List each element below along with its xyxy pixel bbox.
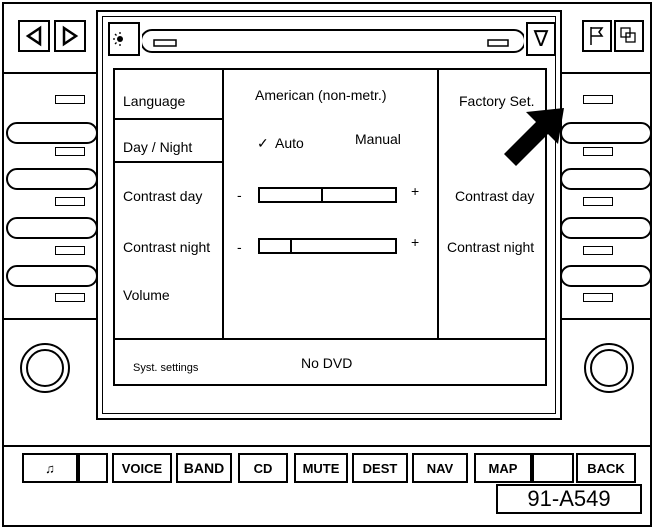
next-button[interactable] [54, 20, 86, 52]
right-slot-2[interactable] [583, 147, 613, 156]
contrast-night-slider[interactable] [258, 238, 397, 254]
system-settings-label: Syst. settings [133, 362, 199, 374]
right-knob-inner [590, 349, 628, 387]
left-knob-inner [26, 349, 64, 387]
day-night-label[interactable]: Day / Night [123, 140, 192, 154]
right-slot-5[interactable] [583, 293, 613, 302]
left-softkey-2[interactable] [6, 168, 98, 190]
right-softkey-3[interactable] [560, 217, 652, 239]
right-rule-bottom [562, 318, 650, 320]
flag-icon [590, 27, 604, 45]
volume-label[interactable]: Volume [123, 288, 170, 302]
dropdown-button[interactable]: ∇ [526, 22, 556, 56]
bottom-row-divider [4, 445, 650, 447]
map-button[interactable]: MAP [474, 453, 532, 483]
contrast-day-slider[interactable] [258, 187, 397, 203]
day-night-underline [115, 161, 224, 163]
band-label: BAND [183, 460, 225, 476]
right-slot-1[interactable] [583, 95, 613, 104]
right-knob[interactable] [584, 343, 634, 393]
blank-button[interactable] [78, 453, 108, 483]
music-icon: ♫ [45, 460, 55, 476]
no-dvd-status: No DVD [301, 355, 353, 371]
voice-label: VOICE [121, 460, 163, 476]
contrast-night-plus[interactable]: + [411, 235, 419, 249]
right-softkey-2[interactable] [560, 168, 652, 190]
contrast-day-minus[interactable]: - [237, 188, 242, 202]
nav-label: NAV [426, 460, 454, 476]
contrast-night-thumb[interactable] [290, 238, 292, 254]
map-label: MAP [488, 460, 518, 476]
left-slot-4[interactable] [55, 246, 85, 255]
voice-button[interactable]: VOICE [112, 453, 172, 483]
language-value: American (non-metr.) [255, 87, 387, 103]
left-rule-top [4, 72, 97, 74]
auto-option[interactable]: Auto [275, 136, 304, 150]
cd-label: CD [253, 460, 273, 476]
figure-id: 91-A549 [527, 486, 611, 511]
rotate-icon [620, 27, 636, 43]
language-label[interactable]: Language [123, 94, 185, 108]
right-slot-4[interactable] [583, 246, 613, 255]
flag-button[interactable] [582, 20, 612, 52]
contrast-day-plus[interactable]: + [411, 184, 419, 198]
auto-check-icon: ✓ [257, 135, 269, 151]
day-night-button[interactable] [108, 22, 140, 56]
rotate-button[interactable] [614, 20, 644, 52]
left-rule-bottom [4, 318, 97, 320]
right-softkey-1[interactable] [560, 122, 652, 144]
left-arrow-icon [25, 25, 42, 47]
dest-button[interactable]: DEST [352, 453, 408, 483]
figure-id-box: 91-A549 [496, 484, 642, 514]
mute-label: MUTE [302, 460, 340, 476]
back-label: BACK [587, 460, 625, 476]
left-softkey-4[interactable] [6, 265, 98, 287]
left-slot-1[interactable] [55, 95, 85, 104]
right-slot-3[interactable] [583, 197, 613, 206]
right-arrow-icon [62, 25, 79, 47]
right-softkey-4[interactable] [560, 265, 652, 287]
left-softkey-1[interactable] [6, 122, 98, 144]
right-rule-top [562, 72, 650, 74]
band-button[interactable]: BAND [176, 453, 232, 483]
mute-button[interactable]: MUTE [294, 453, 348, 483]
manual-option[interactable]: Manual [355, 132, 401, 146]
contrast-night-label[interactable]: Contrast night [123, 240, 210, 254]
left-slot-5[interactable] [55, 293, 85, 302]
sun-moon-icon [113, 32, 132, 46]
blank-button-2[interactable] [532, 453, 574, 483]
left-softkey-3[interactable] [6, 217, 98, 239]
pointer-arrow-icon [504, 108, 564, 166]
left-slot-3[interactable] [55, 197, 85, 206]
contrast-day-label[interactable]: Contrast day [123, 189, 202, 203]
screen-divider-left [222, 70, 224, 340]
music-button[interactable]: ♫ [22, 453, 78, 483]
progress-track [142, 29, 524, 53]
contrast-day-right-label[interactable]: Contrast day [455, 189, 534, 203]
status-divider [115, 338, 545, 340]
prev-button[interactable] [18, 20, 50, 52]
language-underline [115, 118, 224, 120]
back-button[interactable]: BACK [576, 453, 636, 483]
contrast-night-right-label[interactable]: Contrast night [447, 240, 534, 254]
dest-label: DEST [362, 460, 398, 476]
left-slot-2[interactable] [55, 147, 85, 156]
cd-button[interactable]: CD [238, 453, 288, 483]
display-screen: Language Day / Night Contrast day Contra… [113, 68, 547, 386]
dropdown-icon: ∇ [533, 26, 549, 51]
contrast-day-thumb[interactable] [321, 187, 323, 203]
screen-divider-right [437, 70, 439, 340]
contrast-night-minus[interactable]: - [237, 240, 242, 254]
left-knob[interactable] [20, 343, 70, 393]
nav-button[interactable]: NAV [412, 453, 468, 483]
